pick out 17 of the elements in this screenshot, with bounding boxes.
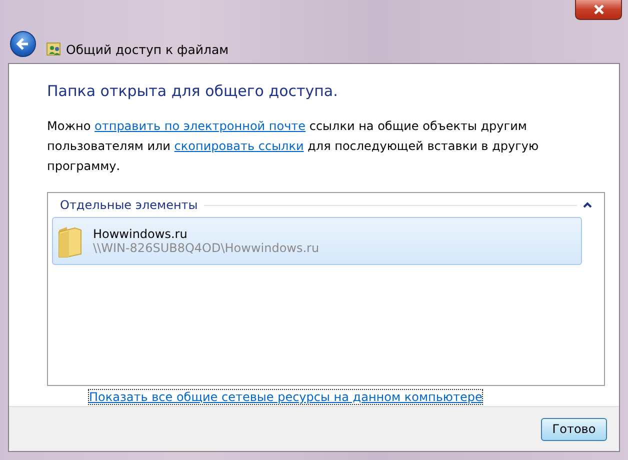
back-button[interactable] <box>10 31 36 57</box>
network-path: \\WIN-826SUB8Q4OD\Howwindows.ru <box>93 241 320 255</box>
link[interactable]: отправить по электронной почте <box>94 119 306 133</box>
shared-folder-item[interactable]: Howwindows.ru \\WIN-826SUB8Q4OD\Howwindows.ru <box>52 217 582 265</box>
heading: Папка открыта для общего доступа. <box>47 82 339 100</box>
window-title: Общий доступ к файлам <box>66 42 229 57</box>
collapse-chevron-icon[interactable] <box>583 202 592 208</box>
show-all-shares-link[interactable]: Показать все общие сетевые ресурсы на данном компьютере <box>89 390 482 404</box>
done-button[interactable]: Готово <box>541 418 607 440</box>
folder-name: Howwindows.ru <box>93 227 188 241</box>
group-title: Отдельные элементы <box>60 198 198 212</box>
back-arrow-icon <box>16 37 30 51</box>
link[interactable]: скопировать ссылки <box>174 139 304 153</box>
close-button[interactable] <box>575 0 622 20</box>
shared-users-icon <box>46 41 62 57</box>
close-icon <box>592 4 604 15</box>
description-text: Можно отправить по электронной почте ссылки на общие объекты другим пользователям или скопировать ссылки для последующей вставки в другую программу. <box>47 118 540 175</box>
